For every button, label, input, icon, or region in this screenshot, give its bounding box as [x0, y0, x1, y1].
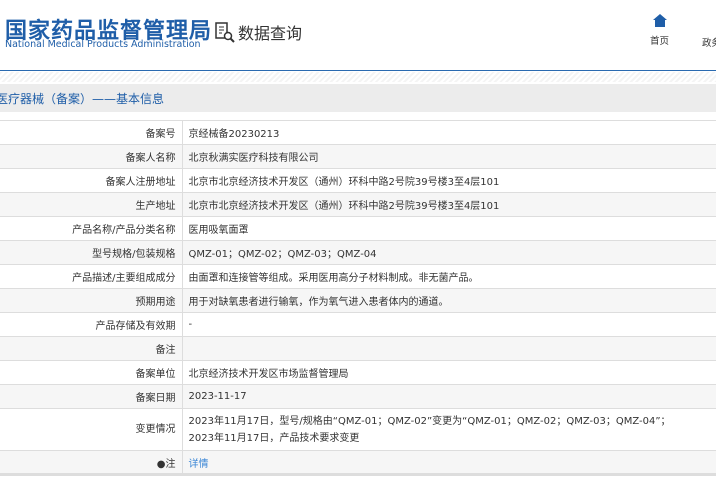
data-query-label: 数据查询 [238, 24, 303, 43]
row-value: 2023年11月17日，型号/规格由“QMZ-01；QMZ-02”变更为“QMZ… [182, 408, 716, 451]
row-label: 备案号 [0, 120, 183, 145]
row-label: 产品存储及有效期 [0, 312, 183, 337]
row-label: 生产地址 [0, 192, 183, 217]
row-label: ●注 [0, 450, 183, 476]
row-value: 北京秋满实医疗科技有限公司 [182, 144, 716, 169]
row-value: 北京市北京经济技术开发区（通州）环科中路2号院39号楼3至4层101 [182, 168, 716, 193]
note-label: 注 [165, 458, 176, 470]
row-value: 用于对缺氧患者进行输氧，作为氧气进入患者体内的通道。 [182, 288, 716, 313]
table-row: 备案人名称 北京秋满实医疗科技有限公司 [0, 144, 716, 169]
pin-icon: ● [156, 458, 166, 470]
row-value: QMZ-01；QMZ-02；QMZ-03；QMZ-04 [182, 240, 716, 265]
table-row: 备案日期 2023-11-17 [0, 384, 716, 409]
row-label: 产品描述/主要组成成分 [0, 264, 183, 289]
row-value: - [182, 312, 716, 337]
table-row: 备案人注册地址 北京市北京经济技术开发区（通州）环科中路2号院39号楼3至4层10… [0, 168, 716, 193]
row-value: 2023-11-17 [182, 384, 716, 409]
row-label: 预期用途 [0, 288, 183, 313]
details-link[interactable]: 详情 [189, 459, 209, 470]
row-label: 备注 [0, 336, 183, 361]
row-value: 医用吸氧面罩 [182, 216, 716, 241]
row-label: 产品名称/产品分类名称 [0, 216, 183, 241]
section-title-bar: 医疗器械（备案）——基本信息 [0, 84, 716, 112]
table-row: 型号规格/包装规格 QMZ-01；QMZ-02；QMZ-03；QMZ-04 [0, 240, 716, 265]
table-row: 备注 [0, 336, 716, 361]
nav-government-label: 政务 [702, 38, 716, 49]
data-query-heading: 数据查询 [214, 20, 302, 44]
logo-subtitle: National Medical Products Administration [5, 39, 201, 50]
row-label: 备案日期 [0, 384, 183, 409]
table-row: 生产地址 北京市北京经济技术开发区（通州）环科中路2号院39号楼3至4层101 [0, 192, 716, 217]
row-value [182, 336, 716, 361]
row-value: 北京经济技术开发区市场监督管理局 [182, 360, 716, 385]
row-label: 变更情况 [0, 408, 183, 451]
site-header: 国家药品监督管理局 National Medical Products Admi… [0, 0, 716, 71]
nav-home-label: 首页 [650, 36, 670, 47]
info-table: 备案号 京经械备20230213 备案人名称 北京秋满实医疗科技有限公司 备案人注册… [0, 120, 716, 476]
row-label: 型号规格/包装规格 [0, 240, 183, 265]
row-value: 北京市北京经济技术开发区（通州）环科中路2号院39号楼3至4层101 [182, 192, 716, 217]
nav-government[interactable]: 政务 [702, 35, 716, 49]
home-icon [652, 14, 667, 27]
table-row: 备案号 京经械备20230213 [0, 120, 716, 145]
row-value: 京经械备20230213 [182, 120, 716, 145]
change-line-1: 2023年11月17日，型号/规格由“QMZ-01；QMZ-02”变更为“QMZ… [188, 415, 671, 427]
row-value: 由面罩和连接管等组成。采用医用高分子材料制成。非无菌产品。 [182, 264, 716, 289]
table-row: 产品名称/产品分类名称 医用吸氧面罩 [0, 216, 716, 241]
row-label: 备案人名称 [0, 144, 183, 169]
table-row: 备案单位 北京经济技术开发区市场监督管理局 [0, 360, 716, 385]
header-divider [0, 72, 716, 82]
table-row: 预期用途 用于对缺氧患者进行输氧，作为氧气进入患者体内的通道。 [0, 288, 716, 313]
nav-home[interactable]: 首页 [650, 14, 669, 47]
table-row: 变更情况 2023年11月17日，型号/规格由“QMZ-01；QMZ-02”变更为… [0, 408, 716, 451]
page-title: 医疗器械（备案）——基本信息 [0, 92, 165, 106]
table-row: 产品描述/主要组成成分 由面罩和连接管等组成。采用医用高分子材料制成。非无菌产品。 [0, 264, 716, 289]
document-search-icon [215, 22, 235, 43]
row-label: 备案单位 [0, 360, 183, 385]
table-row: 产品存储及有效期 - [0, 312, 716, 337]
row-label: 备案人注册地址 [0, 168, 183, 193]
table-row: ●注 详情 [0, 450, 716, 476]
change-line-2: 2023年11月17日，产品技术要求变更 [188, 432, 360, 444]
row-value: 详情 [182, 450, 716, 476]
